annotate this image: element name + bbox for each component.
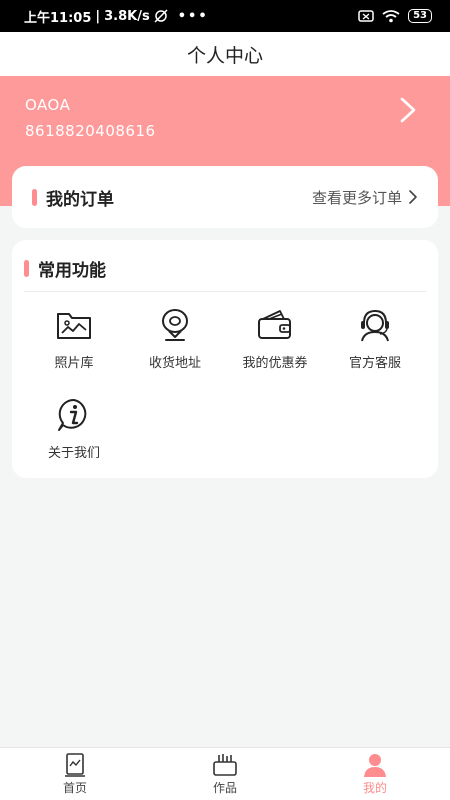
function-label: 关于我们 xyxy=(47,446,100,461)
tab-label: 作品 xyxy=(212,781,237,795)
works-box-icon xyxy=(213,754,237,776)
page-title: 个人中心 xyxy=(186,44,263,67)
tab-label: 首页 xyxy=(62,781,87,795)
status-right: 53 xyxy=(358,9,432,23)
functions-card: 常用功能 照片库 收货地址 我的优惠券 官方客服 关于我们 xyxy=(12,240,438,478)
home-book-icon xyxy=(65,753,85,777)
status-bar: 上午11:05 | 3.8K/s ••• 53 xyxy=(0,0,450,32)
sim-icon xyxy=(358,10,374,22)
customer-service-icon xyxy=(361,309,389,342)
photo-library-icon xyxy=(57,313,91,339)
orders-title: 我的订单 xyxy=(46,189,114,210)
function-about-us[interactable]: 关于我们 xyxy=(24,396,124,461)
section-accent-bar xyxy=(32,188,37,206)
functions-section-title: 常用功能 xyxy=(24,256,106,281)
chevron-right-icon xyxy=(409,190,417,204)
title-bar: 个人中心 xyxy=(0,32,450,76)
status-separator: | xyxy=(95,8,101,24)
view-more-orders-label: 查看更多订单 xyxy=(311,188,402,207)
profile-person-icon xyxy=(364,754,386,777)
orders-section-title: 我的订单 xyxy=(32,185,114,210)
more-notifications-icon: ••• xyxy=(177,8,209,24)
section-divider xyxy=(24,291,426,292)
function-label: 照片库 xyxy=(54,356,94,371)
function-label: 我的优惠券 xyxy=(242,356,308,371)
battery-level: 53 xyxy=(408,9,432,23)
location-pin-icon xyxy=(162,309,188,341)
wallet-icon xyxy=(258,310,291,339)
view-more-orders-link[interactable]: 查看更多订单 xyxy=(312,187,418,208)
function-my-coupons[interactable]: 我的优惠券 xyxy=(225,306,325,371)
status-time: 上午11:05 xyxy=(24,10,92,26)
orders-card: 我的订单 查看更多订单 xyxy=(12,166,438,228)
tab-works[interactable]: 作品 xyxy=(150,748,300,800)
info-icon xyxy=(58,398,87,431)
profile-username: OAOA xyxy=(25,96,71,114)
function-label: 收货地址 xyxy=(148,356,201,371)
bottom-tab-bar: 首页 作品 我的 xyxy=(0,747,450,800)
function-photo-library[interactable]: 照片库 xyxy=(24,306,124,371)
function-official-support[interactable]: 官方客服 xyxy=(325,306,425,371)
wifi-icon xyxy=(382,9,400,22)
status-network-speed: 3.8K/s xyxy=(104,8,150,24)
tab-mine[interactable]: 我的 xyxy=(300,748,450,800)
tab-label: 我的 xyxy=(362,781,387,795)
tab-home[interactable]: 首页 xyxy=(0,748,150,800)
function-label: 官方客服 xyxy=(348,356,401,371)
section-accent-bar xyxy=(24,260,29,277)
chevron-right-icon[interactable] xyxy=(396,96,420,124)
function-shipping-address[interactable]: 收货地址 xyxy=(125,306,225,371)
status-left: 上午11:05 | 3.8K/s ••• xyxy=(24,7,209,26)
alarm-off-icon xyxy=(154,9,168,23)
functions-title: 常用功能 xyxy=(38,261,106,281)
profile-phone: 8618820408616 xyxy=(25,122,156,140)
